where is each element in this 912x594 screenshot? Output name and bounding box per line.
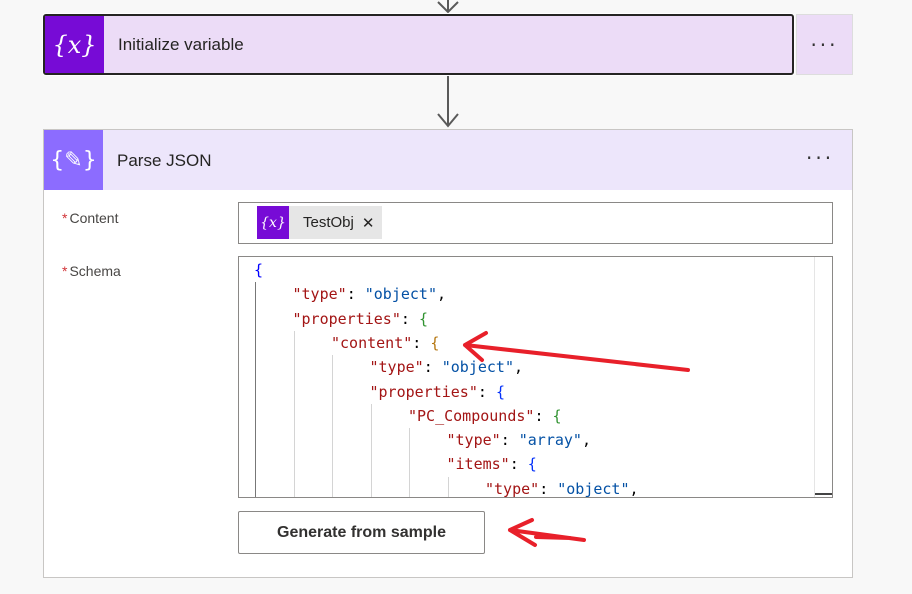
code-line: "type": "array", bbox=[447, 428, 592, 452]
content-input[interactable]: {𝑥} TestObj ✕ bbox=[238, 202, 833, 244]
code-line: "type": "object", bbox=[293, 282, 447, 306]
code-token: "PC_Compounds" bbox=[408, 406, 535, 425]
code-token: : bbox=[346, 285, 365, 304]
variable-icon: {𝑥} bbox=[257, 206, 289, 239]
more-options-button[interactable]: ··· bbox=[806, 146, 834, 170]
code-line: { bbox=[254, 258, 263, 282]
connector-arrow-top bbox=[437, 1, 459, 14]
more-options-button[interactable]: ··· bbox=[796, 14, 853, 75]
code-token: , bbox=[514, 358, 524, 377]
schema-editor[interactable]: {"type": "object", "properties": {"conten… bbox=[238, 256, 833, 498]
token-label: TestObj bbox=[303, 214, 354, 231]
code-token: "type" bbox=[446, 431, 501, 450]
code-token: : bbox=[423, 358, 442, 377]
remove-token-icon[interactable]: ✕ bbox=[362, 214, 375, 232]
indent-guide bbox=[447, 476, 449, 497]
parse-json-header[interactable]: {✎} Parse JSON ··· bbox=[44, 130, 852, 190]
code-token: "properties" bbox=[369, 382, 478, 401]
code-line: "type": "object", bbox=[485, 477, 639, 498]
code-token: "object" bbox=[364, 285, 437, 304]
initialize-variable-card[interactable]: {𝑥} Initialize variable bbox=[43, 14, 794, 75]
code-line: "content": { bbox=[331, 331, 439, 355]
code-line: "properties": { bbox=[370, 380, 505, 404]
code-token: : bbox=[400, 309, 419, 328]
step-title: Initialize variable bbox=[118, 35, 244, 54]
indent-guide bbox=[409, 428, 410, 497]
code-token: : bbox=[534, 406, 553, 425]
parse-json-icon: {✎} bbox=[44, 130, 103, 190]
indent-guide bbox=[332, 355, 333, 497]
code-brace: { bbox=[418, 309, 428, 328]
schema-label-text: Schema bbox=[69, 263, 121, 279]
code-token: "object" bbox=[441, 358, 514, 377]
variable-icon: {𝑥} bbox=[45, 16, 104, 73]
code-token: "object" bbox=[557, 479, 630, 498]
code-token: { bbox=[254, 261, 264, 279]
dynamic-content-token[interactable]: {𝑥} TestObj ✕ bbox=[257, 206, 383, 239]
schema-label: * Schema bbox=[62, 263, 121, 279]
code-token: "type" bbox=[369, 358, 424, 377]
indent-guide bbox=[370, 403, 372, 497]
code-brace: { bbox=[552, 406, 562, 425]
code-token: "type" bbox=[292, 285, 347, 304]
code-token: "type" bbox=[485, 479, 540, 498]
code-token: "array" bbox=[518, 431, 582, 450]
code-token: : bbox=[539, 479, 558, 498]
indent-guide bbox=[255, 282, 256, 497]
code-token: : bbox=[412, 333, 431, 352]
code-token: , bbox=[437, 285, 447, 304]
code-token: : bbox=[477, 382, 496, 401]
indent-guide bbox=[293, 330, 295, 497]
code-brace: { bbox=[430, 333, 440, 352]
code-token: "properties" bbox=[292, 309, 401, 328]
schema-code: {"type": "object", "properties": {"conten… bbox=[239, 257, 814, 497]
content-label-text: Content bbox=[69, 210, 119, 226]
code-line: "properties": { bbox=[293, 307, 428, 331]
code-token: "items" bbox=[446, 455, 510, 474]
code-token: , bbox=[581, 431, 591, 450]
content-label: * Content bbox=[62, 210, 119, 226]
parse-json-card: {✎} Parse JSON ··· * Content {𝑥} TestObj … bbox=[43, 129, 853, 578]
code-token: : bbox=[509, 455, 528, 474]
code-token: : bbox=[500, 431, 519, 450]
code-line: "type": "object", bbox=[370, 355, 524, 379]
generate-from-sample-button[interactable]: Generate from sample bbox=[238, 511, 485, 554]
scrollbar[interactable] bbox=[814, 257, 832, 497]
code-brace: { bbox=[527, 455, 537, 474]
code-line: "items": { bbox=[447, 452, 537, 476]
code-line: "PC_Compounds": { bbox=[408, 404, 562, 428]
code-brace: { bbox=[495, 382, 505, 401]
step-title: Parse JSON bbox=[117, 151, 212, 170]
connector-arrow bbox=[437, 113, 459, 128]
code-token: "content" bbox=[331, 333, 413, 352]
code-token: , bbox=[629, 479, 639, 498]
